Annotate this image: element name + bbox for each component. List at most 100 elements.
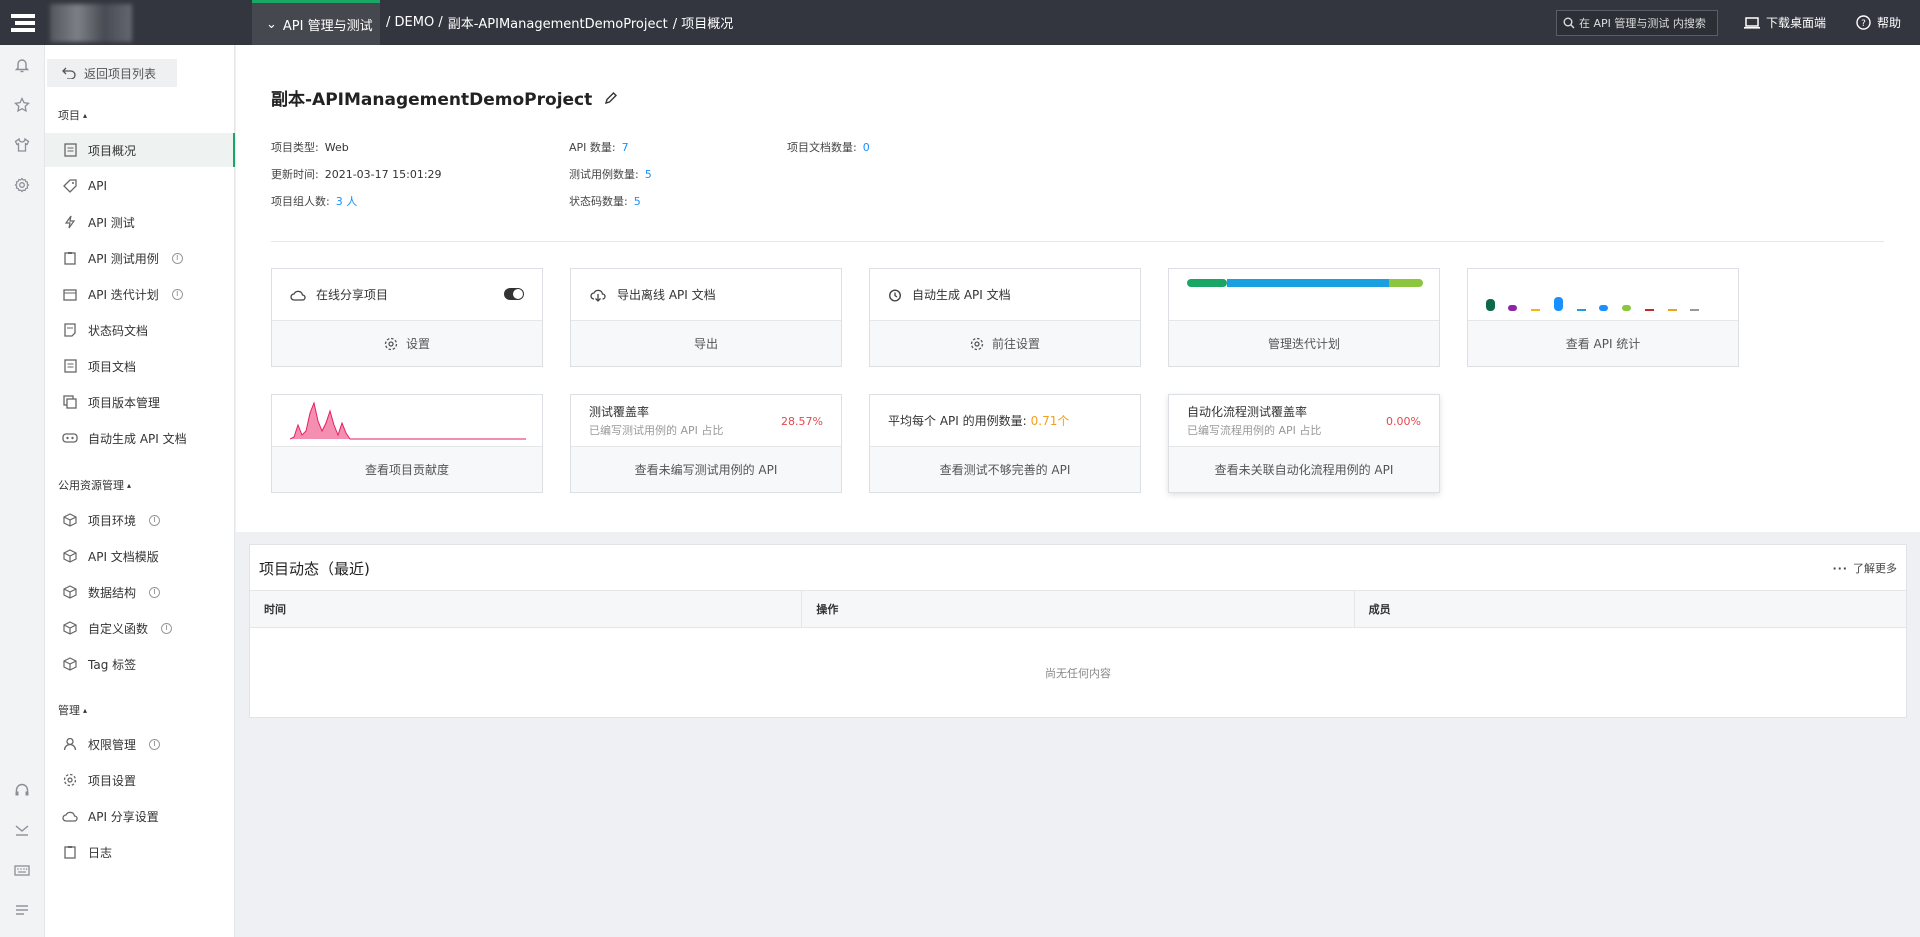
download-desktop-label: 下载桌面端 — [1766, 16, 1827, 30]
meta-updated-label: 更新时间: — [271, 168, 319, 181]
back-label: 返回项目列表 — [84, 66, 157, 81]
section-public-resources-toggle[interactable]: 公用资源管理 ▴ — [58, 477, 131, 493]
meta-doc-count-label: 项目文档数量: — [787, 141, 857, 154]
coverage-subtitle: 已编写测试用例的 API 占比 — [589, 424, 724, 437]
info-icon[interactable]: i — [161, 622, 173, 634]
shirt-icon[interactable] — [12, 135, 32, 155]
auto-coverage-title: 自动化流程测试覆盖率 — [1187, 405, 1308, 419]
nav-api-test[interactable]: API 测试 — [45, 205, 235, 239]
card-export-button[interactable]: 导出 — [571, 321, 841, 366]
download-desktop-button[interactable]: 下载桌面端 — [1744, 0, 1826, 45]
meta-updated-value: 2021-03-17 15:01:29 — [324, 168, 442, 181]
card-api-stats-button[interactable]: 查看 API 统计 — [1468, 321, 1738, 366]
cloud-icon — [290, 290, 306, 301]
nav-custom-function[interactable]: 自定义函数 i — [45, 611, 235, 645]
card-share-action: 设置 — [405, 337, 430, 351]
section-manage-toggle[interactable]: 管理 ▴ — [58, 702, 87, 718]
star-icon[interactable] — [12, 95, 32, 115]
iteration-progress-bar — [1187, 279, 1423, 287]
card-share-label: 在线分享项目 — [316, 288, 389, 302]
headset-icon[interactable] — [12, 780, 32, 800]
bell-icon[interactable] — [12, 55, 32, 75]
blurred-account-area — [50, 4, 132, 42]
nav-share-settings-label: API 分享设置 — [88, 809, 159, 824]
learn-more-label: 了解更多 — [1853, 562, 1897, 575]
meta-case-count-link[interactable]: 5 — [645, 168, 652, 181]
card-avg-cases-button[interactable]: 查看测试不够完善的 API — [870, 447, 1140, 492]
global-search-input[interactable]: 在 API 管理与测试 内搜索 — [1556, 10, 1718, 36]
nav-api[interactable]: API — [45, 169, 235, 203]
nav-status-code-doc[interactable]: 状态码文档 — [45, 313, 235, 347]
app-logo-icon[interactable] — [0, 0, 45, 45]
card-iteration-button[interactable]: 管理迭代计划 — [1169, 321, 1439, 366]
nav-api-iteration[interactable]: API 迭代计划 i — [45, 277, 235, 311]
meta-api-count-link[interactable]: 7 — [622, 141, 629, 154]
edit-pencil-icon[interactable] — [604, 91, 618, 105]
info-icon[interactable]: i — [149, 586, 161, 598]
nav-project-doc[interactable]: 项目文档 — [45, 349, 235, 383]
nav-autogen-doc[interactable]: 自动生成 API 文档 — [45, 421, 235, 455]
card-contribution: 查看项目贡献度 — [271, 394, 543, 493]
nav-log-label: 日志 — [88, 845, 113, 860]
document-icon — [62, 142, 78, 158]
nav-api-test-label: API 测试 — [88, 215, 135, 230]
card-auto-coverage-button[interactable]: 查看未关联自动化流程用例的 API — [1169, 447, 1439, 492]
gear-icon — [970, 337, 984, 350]
module-selector[interactable]: ⌄ API 管理与测试 — [252, 0, 380, 45]
nav-log[interactable]: 日志 — [45, 835, 235, 869]
nav-version-manage[interactable]: 项目版本管理 — [45, 385, 235, 419]
keyboard-icon[interactable] — [12, 860, 32, 880]
card-export: 导出离线 API 文档 导出 — [570, 268, 842, 367]
share-toggle[interactable] — [504, 288, 524, 300]
meta-members-link[interactable]: 3 人 — [336, 195, 358, 208]
help-button[interactable]: ? 帮助 — [1856, 0, 1901, 45]
card-share-settings-button[interactable]: 设置 — [272, 321, 542, 366]
info-icon[interactable]: i — [149, 514, 161, 526]
card-avg-cases-action: 查看测试不够完善的 API — [939, 463, 1071, 477]
avg-cases-value: 0.71个 — [1030, 414, 1070, 428]
nav-project-settings[interactable]: 项目设置 — [45, 763, 235, 797]
page-title: 副本-APIManagementDemoProject — [271, 85, 618, 110]
breadcrumb-project[interactable]: 副本-APIManagementDemoProject — [448, 13, 668, 32]
breadcrumb-demo[interactable]: / DEMO / — [386, 15, 443, 30]
caret-up-icon: ▴ — [83, 110, 88, 120]
card-coverage-button[interactable]: 查看未编写测试用例的 API — [571, 447, 841, 492]
meta-doc-count-link[interactable]: 0 — [863, 141, 870, 154]
nav-project-settings-label: 项目设置 — [88, 773, 137, 788]
card-export-label: 导出离线 API 文档 — [617, 288, 716, 302]
cube-icon — [62, 656, 78, 672]
nav-environment[interactable]: 项目环境 i — [45, 503, 235, 537]
meta-status-count-label: 状态码数量: — [569, 195, 628, 208]
card-contribution-button[interactable]: 查看项目贡献度 — [272, 447, 542, 492]
download-tray-icon[interactable] — [12, 820, 32, 840]
breadcrumb: / DEMO / 副本-APIManagementDemoProject / 项… — [386, 0, 733, 45]
icon-rail — [0, 45, 45, 937]
meta-updated: 更新时间: 2021-03-17 15:01:29 — [271, 166, 442, 182]
column-header-member: 成员 — [1368, 603, 1391, 616]
copy-icon — [62, 394, 78, 410]
card-autogen-settings-button[interactable]: 前往设置 — [870, 321, 1140, 366]
menu-lines-icon[interactable] — [12, 900, 32, 920]
section-project-toggle[interactable]: 项目 ▴ — [58, 107, 87, 123]
nav-overview[interactable]: 项目概况 — [45, 133, 235, 167]
nav-share-settings[interactable]: API 分享设置 — [45, 799, 235, 833]
nav-permissions[interactable]: 权限管理 i — [45, 727, 235, 761]
nav-api-test-case[interactable]: API 测试用例 i — [45, 241, 235, 275]
learn-more-link[interactable]: ··· 了解更多 — [1832, 560, 1897, 576]
meta-project-type: 项目类型: Web — [271, 139, 349, 155]
nav-doc-template[interactable]: API 文档模版 — [45, 539, 235, 573]
svg-text:?: ? — [1861, 19, 1866, 29]
info-icon[interactable]: i — [149, 738, 161, 750]
info-icon[interactable]: i — [171, 252, 183, 264]
empty-state-text: 尚无任何内容 — [1045, 667, 1111, 680]
settings-icon[interactable] — [12, 175, 32, 195]
nav-tags-label: Tag 标签 — [88, 657, 137, 672]
back-to-projects-button[interactable]: 返回项目列表 — [47, 59, 177, 87]
nav-data-structure[interactable]: 数据结构 i — [45, 575, 235, 609]
card-avg-cases: 平均每个 API 的用例数量: 0.71个 查看测试不够完善的 API — [869, 394, 1141, 493]
project-sidebar: 返回项目列表 项目 ▴ 项目概况 API API 测试 API 测试用例 i AP… — [45, 45, 235, 937]
meta-status-count-link[interactable]: 5 — [634, 195, 641, 208]
info-icon[interactable]: i — [171, 288, 183, 300]
nav-version-manage-label: 项目版本管理 — [88, 395, 161, 410]
nav-tags[interactable]: Tag 标签 — [45, 647, 235, 681]
